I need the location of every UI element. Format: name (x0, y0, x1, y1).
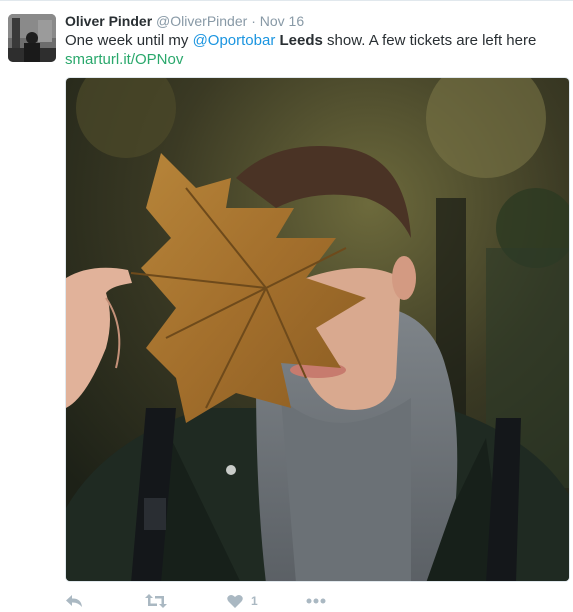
tweet-card: Oliver Pinder @OliverPinder · Nov 16 One… (0, 0, 573, 612)
retweet-button[interactable] (145, 591, 167, 611)
tweet-text-start: One week until my (65, 32, 193, 49)
reply-icon (66, 595, 82, 607)
author-username[interactable]: @OliverPinder (156, 13, 247, 29)
more-icon (306, 598, 326, 604)
tweet-photo[interactable] (65, 77, 570, 582)
header-separator: · (251, 13, 256, 29)
photo-image (66, 78, 569, 581)
tweet-timestamp[interactable]: Nov 16 (260, 13, 304, 29)
tweet-actions: 1 (65, 591, 365, 612)
avatar[interactable] (8, 14, 56, 62)
tweet-url[interactable]: smarturl.it/OPNov (65, 50, 183, 69)
hashtag-bold-word: Leeds (279, 32, 323, 49)
heart-icon (227, 594, 243, 608)
tweet-text-end: show. A few tickets are left here (322, 32, 537, 49)
reply-button[interactable] (65, 591, 83, 611)
more-button[interactable] (306, 591, 326, 611)
like-button[interactable]: 1 (227, 591, 258, 611)
author-name[interactable]: Oliver Pinder (65, 13, 152, 29)
tweet-header: Oliver Pinder @OliverPinder · Nov 16 (65, 12, 304, 30)
avatar-image (8, 14, 56, 62)
tweet-text: One week until my @Oportobar Leeds show.… (65, 31, 536, 50)
retweet-icon (145, 594, 167, 608)
mention-link[interactable]: @Oportobar (193, 32, 276, 49)
like-count: 1 (251, 594, 258, 608)
